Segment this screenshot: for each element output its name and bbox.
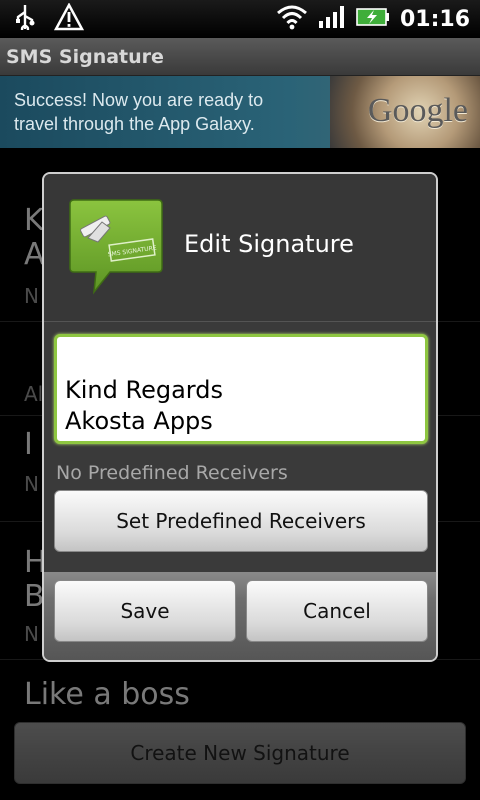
warning-icon (53, 2, 85, 35)
google-logo: Google (330, 76, 480, 148)
battery-charging-icon (356, 7, 390, 31)
ad-text: Success! Now you are ready to travel thr… (14, 90, 264, 134)
dialog-body: Kind Regards Akosta Apps No Predefined R… (44, 322, 436, 572)
wifi-icon (276, 4, 308, 34)
app-title-bar: SMS Signature (0, 38, 480, 76)
ad-banner[interactable]: Success! Now you are ready to travel thr… (0, 76, 480, 148)
cancel-button[interactable]: Cancel (246, 580, 428, 642)
status-bar: 01:16 (0, 0, 480, 38)
clock: 01:16 (399, 6, 470, 32)
usb-icon (14, 4, 36, 34)
dialog-header: SMS SIGNATURE Edit Signature (44, 174, 436, 322)
signature-text-input[interactable]: Kind Regards Akosta Apps (54, 334, 428, 444)
sms-signature-app-icon: SMS SIGNATURE (66, 198, 164, 296)
signal-icon (318, 5, 346, 33)
receivers-status: No Predefined Receivers (56, 462, 288, 484)
save-button[interactable]: Save (54, 580, 236, 642)
dialog-footer: Save Cancel (44, 572, 436, 660)
dialog-title: Edit Signature (184, 230, 354, 258)
app-title: SMS Signature (6, 45, 164, 68)
edit-signature-dialog: SMS SIGNATURE Edit Signature Kind Regard… (42, 172, 438, 662)
set-predefined-receivers-button[interactable]: Set Predefined Receivers (54, 490, 428, 552)
